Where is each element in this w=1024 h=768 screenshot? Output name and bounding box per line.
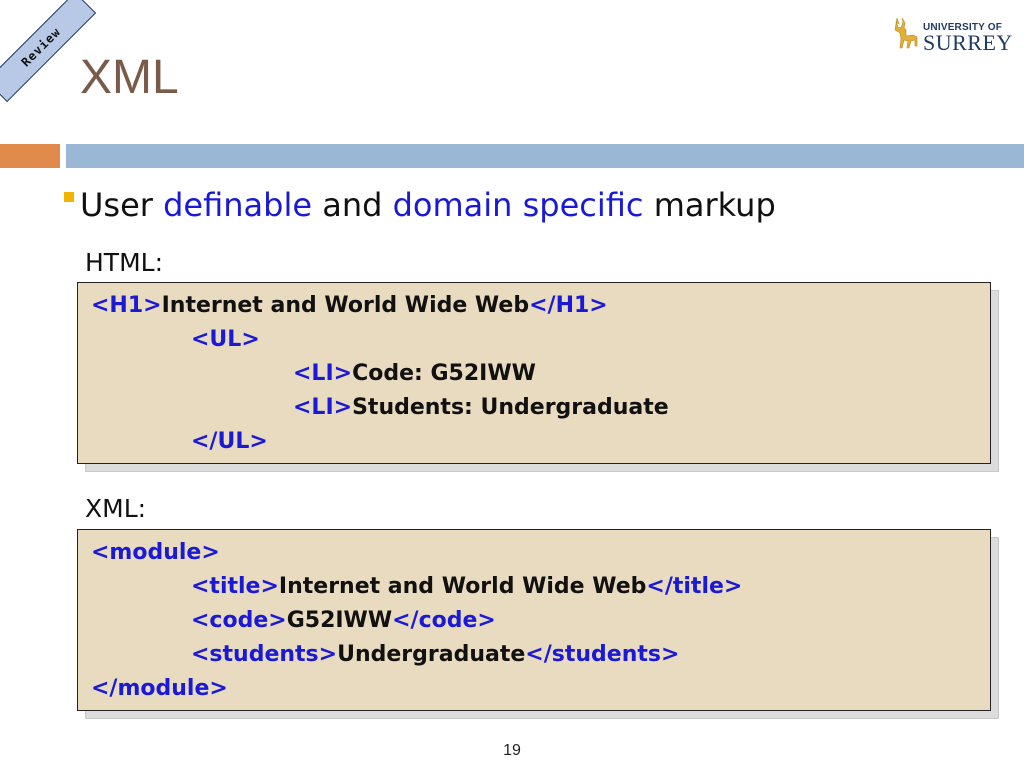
slide-title: XML xyxy=(80,51,179,104)
code-tag: <UL> xyxy=(191,327,260,352)
code-text: Internet and World Wide Web xyxy=(161,293,530,318)
code-tag: <module> xyxy=(91,540,220,565)
code-line: </module> xyxy=(91,674,228,704)
code-line: <title>Internet and World Wide Web</titl… xyxy=(191,572,742,602)
stag-icon xyxy=(894,17,918,49)
code-tag: </module> xyxy=(91,676,228,701)
code-text: Internet and World Wide Web xyxy=(278,574,647,599)
header-bar-accent xyxy=(0,144,60,168)
bullet-text-3: and xyxy=(312,186,393,224)
xml-code-box: <module> <title>Internet and World Wide … xyxy=(77,529,991,711)
code-tag: <students> xyxy=(191,642,338,667)
bullet-text-1: User xyxy=(80,186,164,224)
code-line: <module> xyxy=(91,538,220,568)
bullet-text-2: definable xyxy=(163,186,313,224)
header-bar xyxy=(66,144,1024,168)
review-ribbon-text: Review xyxy=(18,24,64,70)
bullet-square-icon xyxy=(64,192,74,202)
xml-label: XML: xyxy=(85,494,147,523)
logo-line2: SURREY xyxy=(923,30,1013,55)
code-tag: </code> xyxy=(392,608,496,633)
code-tag: <code> xyxy=(191,608,287,633)
bullet-text-5: markup xyxy=(643,186,776,224)
code-text: Students: Undergraduate xyxy=(352,395,669,420)
code-tag: <LI> xyxy=(293,361,353,386)
code-tag: <H1> xyxy=(91,293,162,318)
html-label: HTML: xyxy=(85,248,163,277)
code-tag: </H1> xyxy=(529,293,608,318)
university-logo: UNIVERSITY OF SURREY xyxy=(889,16,1012,54)
code-line: <H1>Internet and World Wide Web</H1> xyxy=(91,291,608,321)
code-tag: </UL> xyxy=(191,429,268,454)
page-number: 19 xyxy=(503,742,521,759)
html-code-box: <H1>Internet and World Wide Web</H1> <UL… xyxy=(77,282,991,464)
code-line: <UL> xyxy=(191,325,260,355)
code-tag: <LI> xyxy=(293,395,353,420)
code-tag: </title> xyxy=(646,574,743,599)
code-line: <LI>Students: Undergraduate xyxy=(293,393,669,423)
code-tag: </students> xyxy=(525,642,680,667)
code-line: </UL> xyxy=(191,427,268,457)
code-tag: <title> xyxy=(191,574,279,599)
code-text: Code: G52IWW xyxy=(352,361,536,386)
bullet-text-4: domain specific xyxy=(392,186,644,224)
code-line: <LI>Code: G52IWW xyxy=(293,359,536,389)
code-line: <code>G52IWW</code> xyxy=(191,606,496,636)
code-line: <students>Undergraduate</students> xyxy=(191,640,679,670)
code-text: Undergraduate xyxy=(337,642,526,667)
code-text: G52IWW xyxy=(286,608,393,633)
bullet-point: User definable and domain specific marku… xyxy=(64,186,776,224)
